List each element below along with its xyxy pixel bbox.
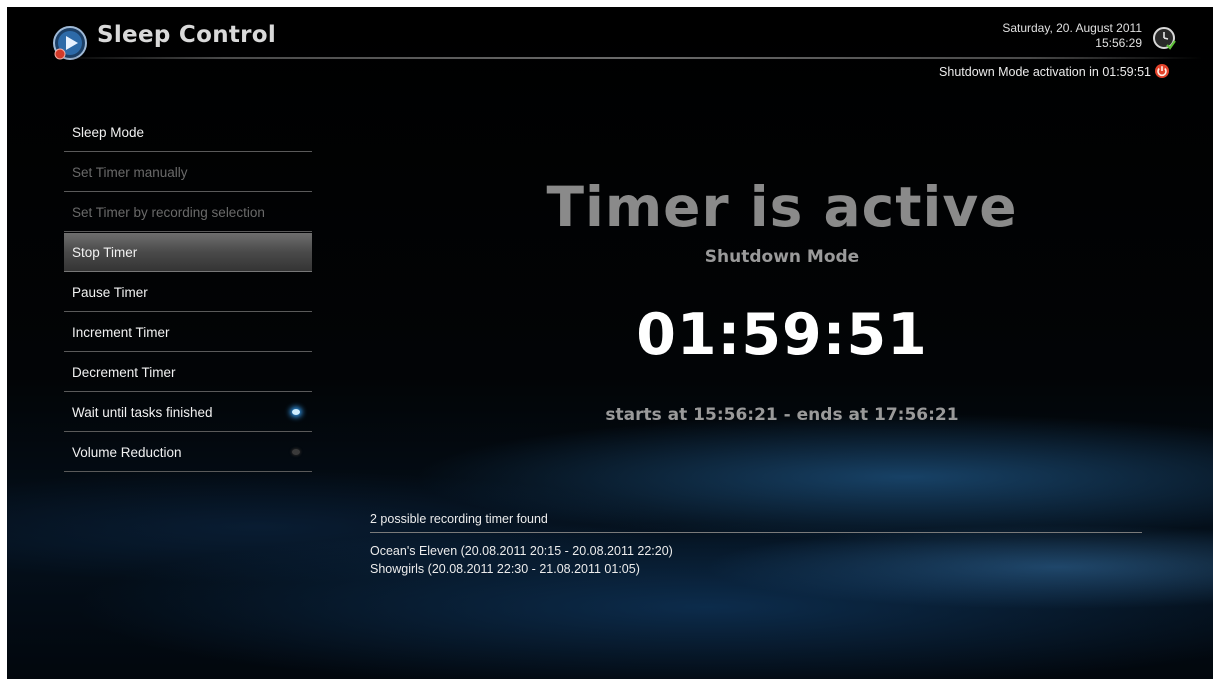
power-icon <box>1155 64 1169 78</box>
menu-item-label: Decrement Timer <box>72 365 176 380</box>
menu-item-volume-reduction[interactable]: Volume Reduction <box>64 433 312 472</box>
recording-timers-header: 2 possible recording timer found <box>370 512 1142 533</box>
sleep-control-logo <box>53 26 87 60</box>
menu-item-wait-until-tasks-finished[interactable]: Wait until tasks finished <box>64 393 312 432</box>
timer-time-range: starts at 15:56:21 - ends at 17:56:21 <box>605 405 959 425</box>
timer-mode-label: Shutdown Mode <box>704 247 860 267</box>
list-item[interactable]: Ocean's Eleven (20.08.2011 20:15 - 20.08… <box>370 542 673 560</box>
menu-item-label: Sleep Mode <box>72 125 145 140</box>
menu-item-pause-timer[interactable]: Pause Timer <box>64 273 312 312</box>
menu-item-label: Increment Timer <box>72 325 170 340</box>
sleep-menu: Sleep Mode Set Timer manually Set Timer … <box>64 113 312 473</box>
date-text: Saturday, 20. August 2011 <box>1002 21 1142 35</box>
menu-item-label: Set Timer by recording selection <box>72 205 265 220</box>
menu-item-sleep-mode[interactable]: Sleep Mode <box>64 113 312 152</box>
timer-status-title: Timer is active <box>546 175 1018 239</box>
menu-item-label: Wait until tasks finished <box>72 405 213 420</box>
sleep-control-screen: Sleep Control Saturday, 20. August 2011 … <box>7 7 1213 679</box>
menu-item-set-timer-manually[interactable]: Set Timer manually <box>64 153 312 192</box>
date-time-display: Saturday, 20. August 2011 15:56:29 <box>1002 21 1142 51</box>
menu-item-label: Stop Timer <box>72 245 138 260</box>
clock-icon <box>1153 27 1176 50</box>
list-item[interactable]: Showgirls (20.08.2011 22:30 - 21.08.2011… <box>370 560 673 578</box>
menu-item-stop-timer[interactable]: Stop Timer <box>64 233 312 272</box>
toggle-on-indicator-icon[interactable] <box>292 409 300 415</box>
recording-timer-list: Ocean's Eleven (20.08.2011 20:15 - 20.08… <box>370 542 673 578</box>
menu-item-label: Pause Timer <box>72 285 148 300</box>
menu-item-increment-timer[interactable]: Increment Timer <box>64 313 312 352</box>
countdown-display: 01:59:51 <box>636 302 928 368</box>
app-title: Sleep Control <box>97 22 277 48</box>
toggle-off-indicator-icon[interactable] <box>292 449 300 455</box>
time-text: 15:56:29 <box>1095 36 1142 50</box>
menu-item-set-timer-by-recording[interactable]: Set Timer by recording selection <box>64 193 312 232</box>
menu-item-decrement-timer[interactable]: Decrement Timer <box>64 353 312 392</box>
header-divider <box>52 57 1202 59</box>
shutdown-activation-info: Shutdown Mode activation in 01:59:51 <box>939 65 1151 79</box>
menu-item-label: Set Timer manually <box>72 165 188 180</box>
menu-item-label: Volume Reduction <box>72 445 182 460</box>
